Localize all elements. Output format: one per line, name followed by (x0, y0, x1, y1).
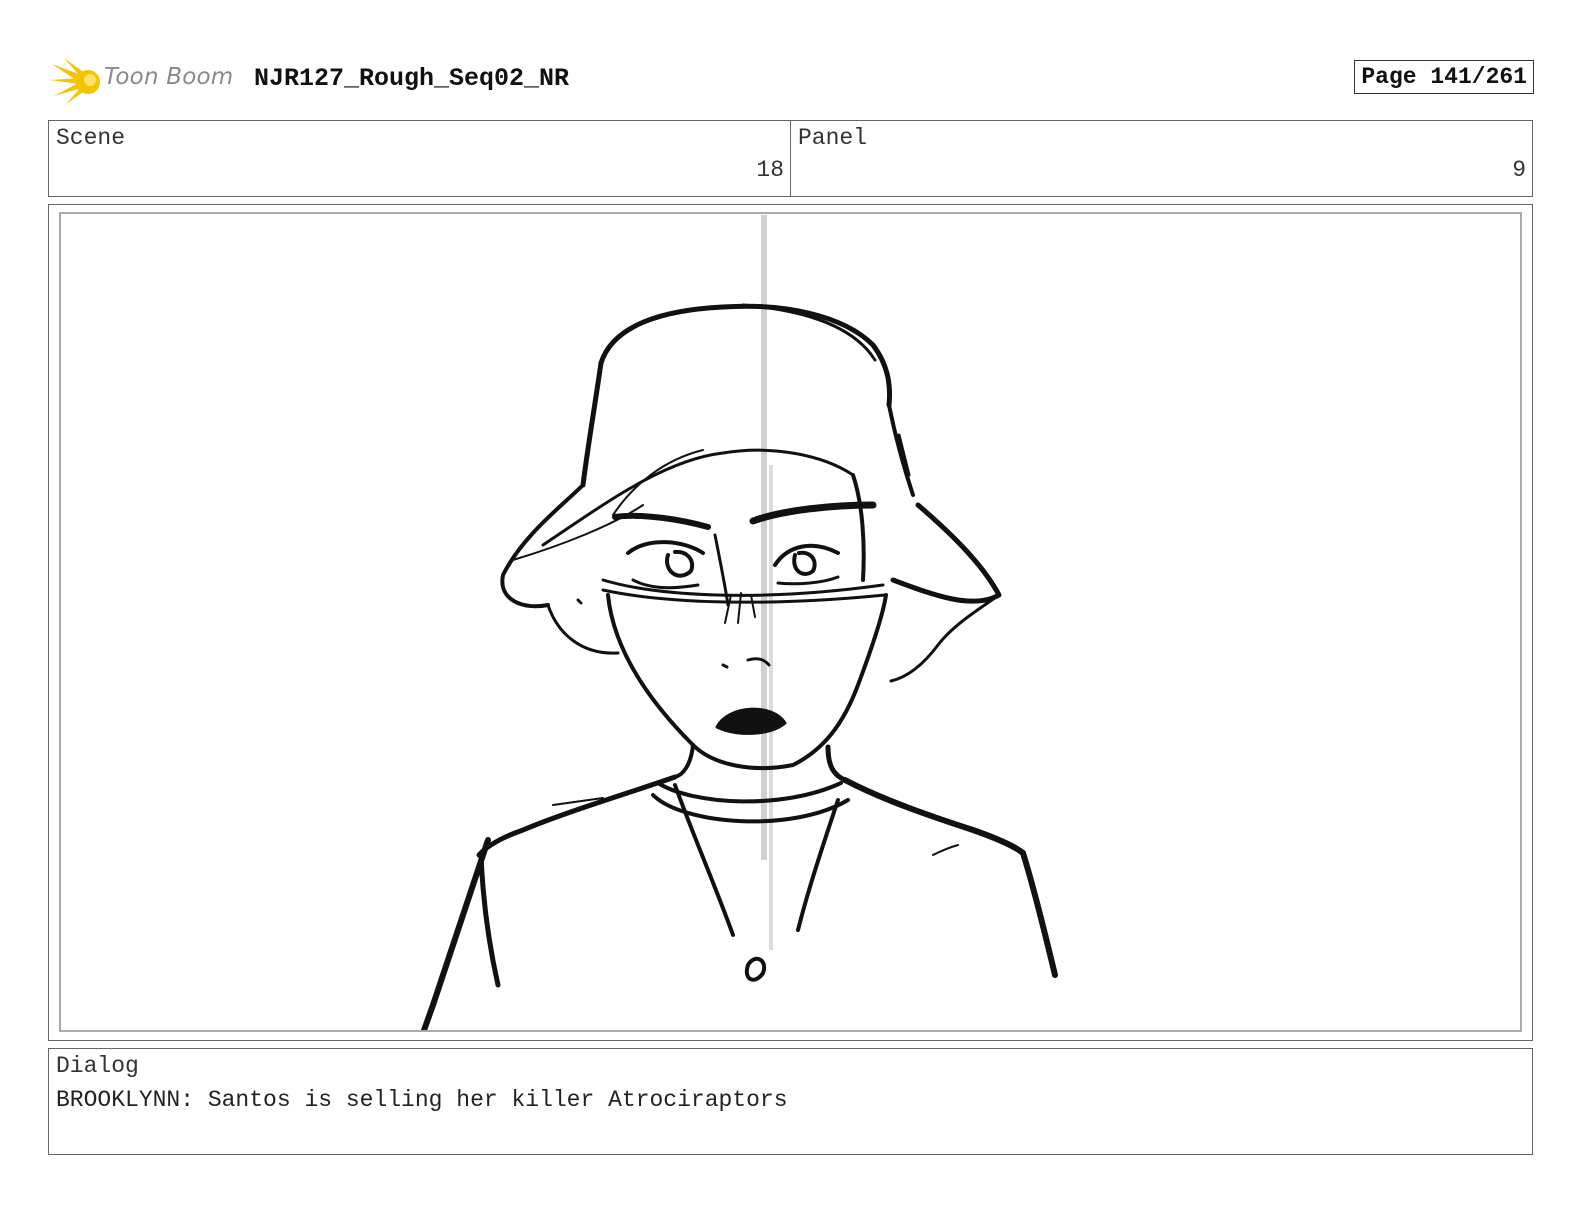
dialog-label: Dialog (56, 1053, 139, 1079)
scene-label: Scene (56, 125, 126, 151)
dialog-box: Dialog BROOKLYNN: Santos is selling her … (48, 1048, 1533, 1155)
panel-cell: Panel 9 (790, 121, 1532, 196)
scene-panel-info: Scene 18 Panel 9 (48, 120, 1533, 197)
scene-cell: Scene 18 (49, 121, 790, 196)
panel-image-area (59, 212, 1522, 1032)
toon-boom-logo: Toon Boom (50, 54, 250, 106)
star-burst-icon (50, 58, 100, 104)
scene-number: 18 (756, 157, 784, 183)
page-header: Toon Boom NJR127_Rough_Seq02_NR Page 141… (50, 54, 1535, 106)
document-title: NJR127_Rough_Seq02_NR (254, 64, 570, 93)
panel-number: 9 (1512, 157, 1526, 183)
logo-wordmark: Toon Boom (104, 64, 234, 90)
dialog-text: BROOKLYNN: Santos is selling her killer … (56, 1087, 788, 1113)
panel-label: Panel (798, 125, 868, 151)
character-sketch (420, 215, 1058, 1030)
storyboard-panel (48, 204, 1533, 1041)
page-number: Page 141/261 (1354, 60, 1534, 94)
sketch-strokes (420, 303, 1058, 1030)
